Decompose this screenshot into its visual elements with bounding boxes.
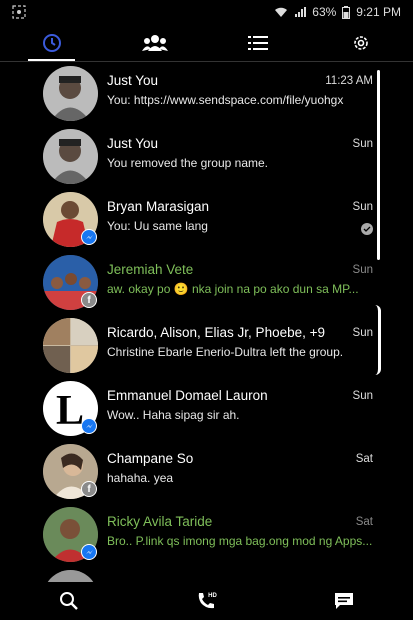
- facebook-badge-icon: f: [81, 481, 97, 497]
- bottom-bar: HD: [0, 582, 413, 620]
- message-preview: Bro.. P.link qs imong mga bag.ong mod ng…: [107, 534, 372, 548]
- message-preview: You removed the group name.: [107, 156, 268, 170]
- message-time: Sun: [352, 390, 373, 402]
- conversation-row[interactable]: L Emmanuel Domael Lauron Wow.. Haha sipa…: [0, 377, 413, 440]
- message-time: Sat: [355, 516, 373, 528]
- message-time: Sat: [355, 453, 373, 465]
- facebook-badge-icon: f: [81, 292, 97, 308]
- messenger-badge-icon: [81, 418, 97, 434]
- battery-percent: 63%: [312, 5, 337, 19]
- message-preview: You: Uu same lang: [107, 219, 208, 233]
- contact-name: Ricardo, Alison, Elias Jr, Phoebe, +9: [107, 325, 325, 340]
- battery-icon: [342, 5, 351, 19]
- contact-name: Bryan Marasigan: [107, 199, 210, 214]
- tab-bar: [0, 24, 413, 62]
- search-button[interactable]: [0, 591, 138, 611]
- messenger-badge-icon: [81, 544, 97, 560]
- contact-name: Champane So: [107, 451, 194, 466]
- conversation-list[interactable]: Just You You: https://www.sendspace.com/…: [0, 62, 413, 582]
- tab-groups[interactable]: [103, 24, 206, 62]
- tab-settings[interactable]: [310, 24, 413, 62]
- avatar: [43, 66, 98, 121]
- conversation-row[interactable]: Bryan Marasigan You: Uu same lang Sun: [0, 188, 413, 251]
- contact-name: Emmanuel Domael Lauron: [107, 388, 268, 403]
- conversation-row-partial[interactable]: [0, 566, 413, 582]
- list-icon: [248, 36, 269, 50]
- conversation-row[interactable]: Just You You removed the group name. Sun: [0, 125, 413, 188]
- signal-icon: [295, 7, 307, 17]
- hd-label: HD: [208, 593, 217, 599]
- contact-name: Jeremiah Vete: [107, 262, 194, 277]
- tab-recent[interactable]: [0, 24, 103, 62]
- group-icon: [141, 35, 168, 51]
- wifi-icon: [275, 7, 288, 17]
- scrollbar-thumb[interactable]: [377, 70, 380, 260]
- message-time: Sun: [352, 201, 373, 213]
- message-time: Sun: [352, 138, 373, 150]
- avatar: [43, 129, 98, 184]
- tab-list[interactable]: [207, 24, 310, 62]
- message-preview: Wow.. Haha sipag sir ah.: [107, 408, 240, 422]
- svg-text:L: L: [56, 388, 84, 434]
- status-bar: 63% 9:21 PM: [0, 0, 413, 24]
- gear-icon: [354, 36, 369, 50]
- conversation-row[interactable]: Just You You: https://www.sendspace.com/…: [0, 62, 413, 125]
- messenger-badge-icon: [81, 229, 97, 245]
- conversation-row[interactable]: Ricky Avila Taride Bro.. P.link qs imong…: [0, 503, 413, 566]
- search-icon: [59, 592, 78, 610]
- conversation-row[interactable]: f Champane So hahaha. yea Sat: [0, 440, 413, 503]
- message-time: 11:23 AM: [325, 75, 373, 87]
- message-preview: Christine Ebarle Enerio-Dultra left the …: [107, 345, 344, 359]
- contact-name: Ricky Avila Taride: [107, 514, 213, 529]
- clock: 9:21 PM: [356, 5, 401, 19]
- avatar: [43, 318, 98, 373]
- avatar: [43, 570, 98, 582]
- screenshot-icon: [12, 5, 26, 19]
- message-time: Sun: [352, 327, 373, 339]
- read-check-icon: [361, 223, 373, 235]
- compose-message-icon: [335, 593, 354, 609]
- clock-icon: [42, 34, 61, 52]
- contact-name: Just You: [107, 136, 159, 151]
- message-preview: hahaha. yea: [107, 471, 174, 485]
- message-preview: You: https://www.sendspace.com/file/yuoh…: [107, 93, 344, 107]
- conversation-row[interactable]: Ricardo, Alison, Elias Jr, Phoebe, +9 Ch…: [0, 314, 413, 377]
- new-message-button[interactable]: [275, 592, 413, 610]
- contact-name: Just You: [107, 73, 159, 88]
- message-preview: aw. okay po 🙂 nka join na po ako dun sa …: [107, 282, 359, 296]
- edge-panel-handle[interactable]: [375, 305, 381, 375]
- call-button[interactable]: HD: [138, 591, 276, 611]
- conversation-row[interactable]: f Jeremiah Vete aw. okay po 🙂 nka join n…: [0, 251, 413, 314]
- message-time: Sun: [352, 264, 373, 276]
